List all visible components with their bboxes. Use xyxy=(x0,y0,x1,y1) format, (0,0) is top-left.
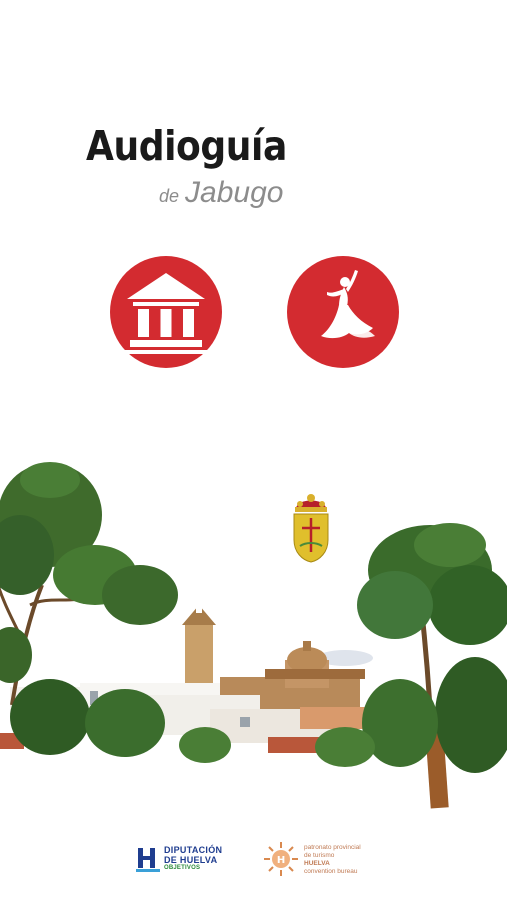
app-subtitle: de Jabugo xyxy=(159,176,283,210)
monument-icon xyxy=(124,273,208,354)
svg-text:H: H xyxy=(277,855,285,866)
village-landscape-illustration xyxy=(0,462,507,845)
folklore-button[interactable] xyxy=(287,256,399,368)
flamenco-dancer-icon xyxy=(321,270,375,339)
app-title: Audioguía xyxy=(86,122,287,170)
diputacion-logo-icon xyxy=(136,848,160,872)
patronato-line4: convention bureau xyxy=(304,868,358,875)
monuments-button[interactable] xyxy=(110,256,222,368)
diputacion-line3: OBJETIVOS xyxy=(164,865,201,871)
footer-logos: DIPUTACIÓN DE HUELVA OBJETIVOS H patrona… xyxy=(0,835,507,900)
patronato-line3: HUELVA xyxy=(304,860,330,867)
patronato-turismo-logo[interactable]: H patronato provincial de turismo HUELVA… xyxy=(262,840,382,878)
patronato-line2: de turismo xyxy=(304,852,335,859)
diputacion-huelva-logo[interactable]: DIPUTACIÓN DE HUELVA OBJETIVOS xyxy=(136,843,232,875)
diputacion-line2: DE HUELVA xyxy=(164,855,218,865)
subtitle-place: Jabugo xyxy=(185,176,284,209)
diputacion-line1: DIPUTACIÓN xyxy=(164,845,223,855)
patronato-sun-icon: H xyxy=(264,842,298,876)
app-header: Audioguía de Jabugo xyxy=(0,118,507,218)
subtitle-prefix: de xyxy=(159,186,180,206)
patronato-line1: patronato provincial xyxy=(304,844,361,851)
